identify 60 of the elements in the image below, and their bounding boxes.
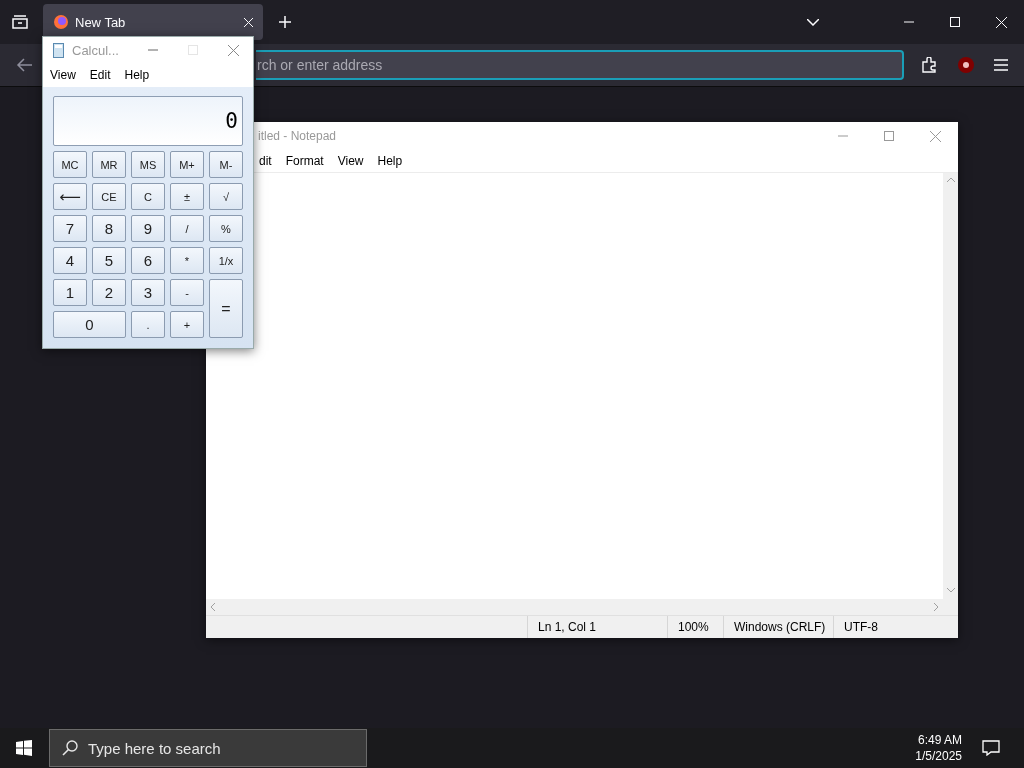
calculator-key[interactable]: √ <box>209 183 243 210</box>
calculator-icon <box>53 42 64 58</box>
chevron-down-icon[interactable] <box>807 18 819 26</box>
status-text: UTF-8 <box>844 620 878 634</box>
window-title: itled - Notepad <box>258 129 338 143</box>
taskbar-search-field[interactable]: Type here to search <box>49 729 367 767</box>
calculator-key[interactable]: 7 <box>53 215 87 242</box>
puzzle-icon[interactable] <box>922 57 938 73</box>
calculator-key[interactable]: = <box>209 279 243 338</box>
address-placeholder: rch or enter address <box>257 57 383 73</box>
search-icon <box>62 740 78 756</box>
calculator-key[interactable]: MS <box>131 151 165 178</box>
calculator-key[interactable]: + <box>170 311 204 338</box>
calculator-key[interactable]: 0 <box>53 311 126 338</box>
tab-title: New Tab <box>75 14 127 30</box>
search-placeholder: Type here to search <box>88 739 221 757</box>
calculator-key[interactable]: C <box>131 183 165 210</box>
menu-item[interactable]: View <box>50 68 76 82</box>
browser-logo-icon <box>53 14 69 30</box>
notification-icon[interactable] <box>982 740 1000 756</box>
windows-logo-icon[interactable] <box>16 740 32 756</box>
address-field[interactable]: rch or enter address <box>256 50 904 80</box>
status-text: Windows (CRLF) <box>734 620 826 634</box>
calculator-key[interactable]: * <box>170 247 204 274</box>
calculator-key[interactable]: 8 <box>92 215 126 242</box>
status-text: 100% <box>678 620 709 634</box>
calculator-key[interactable]: MR <box>92 151 126 178</box>
menu-item[interactable]: Format <box>285 154 324 168</box>
menu-item[interactable]: dit <box>259 154 272 168</box>
menu-item[interactable]: View <box>337 154 364 168</box>
calculator-key[interactable]: 9 <box>131 215 165 242</box>
calculator-key[interactable]: 4 <box>53 247 87 274</box>
menu-icon[interactable] <box>994 59 1008 71</box>
tab-list-icon[interactable] <box>12 15 28 29</box>
clock-time: 6:49 AM <box>917 733 962 747</box>
calculator-key[interactable]: 1 <box>53 279 87 306</box>
calculator-key[interactable]: 2 <box>92 279 126 306</box>
menu-item[interactable]: Help <box>377 154 403 168</box>
display-value: 0 <box>225 109 238 133</box>
calculator-key[interactable]: 3 <box>131 279 165 306</box>
clock-date: 1/5/2025 <box>915 749 962 763</box>
calculator-key[interactable]: 6 <box>131 247 165 274</box>
menu-item[interactable]: Edit <box>89 68 111 82</box>
calculator-key[interactable]: ± <box>170 183 204 210</box>
status-text: Ln 1, Col 1 <box>538 620 597 634</box>
calculator-key[interactable]: 1/x <box>209 247 243 274</box>
menu-item[interactable]: Help <box>124 68 150 82</box>
calculator-key[interactable]: - <box>170 279 204 306</box>
calculator-key[interactable]: % <box>209 215 243 242</box>
calculator-key[interactable]: . <box>131 311 165 338</box>
calculator-key[interactable]: M+ <box>170 151 204 178</box>
calculator-key[interactable]: / <box>170 215 204 242</box>
calculator-key[interactable]: ⟵ <box>53 183 87 210</box>
calculator-key[interactable]: MC <box>53 151 87 178</box>
back-arrow-icon[interactable] <box>16 58 32 72</box>
window-title: Calcul... <box>72 42 120 58</box>
calculator-key[interactable]: CE <box>92 183 126 210</box>
calculator-key[interactable]: M- <box>209 151 243 178</box>
calculator-key[interactable]: 5 <box>92 247 126 274</box>
new-tab-icon[interactable] <box>279 16 291 28</box>
